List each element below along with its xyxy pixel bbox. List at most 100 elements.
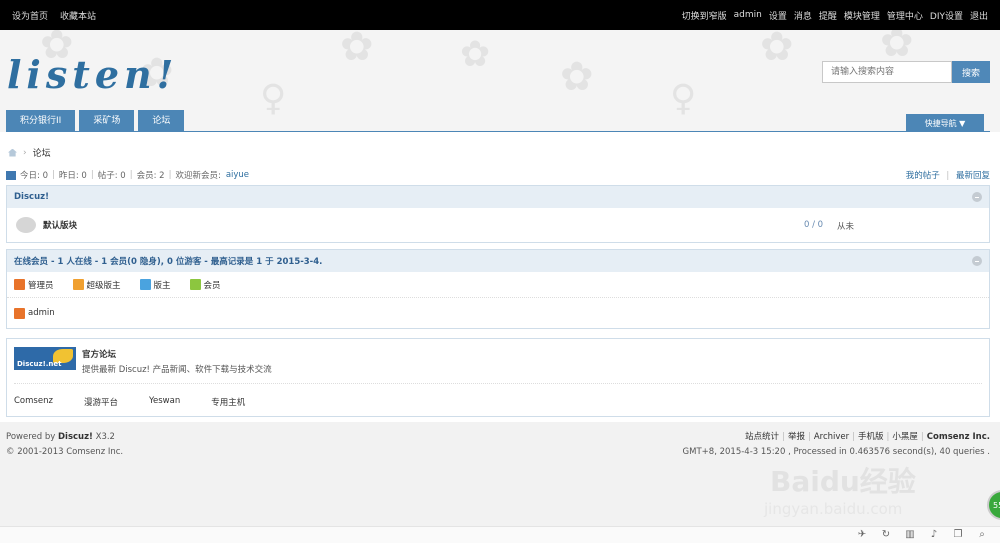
module-manage-link[interactable]: 模块管理 <box>844 9 880 22</box>
link-comsenz[interactable]: Comsenz <box>14 396 53 408</box>
admin-center-link[interactable]: 管理中心 <box>887 9 923 22</box>
bookmark-site-link[interactable]: 收藏本站 <box>60 9 96 22</box>
legend-super-moderator: 超级版主 <box>72 279 121 291</box>
stat-divider: | <box>129 170 133 180</box>
search-button[interactable]: 搜索 <box>952 61 990 83</box>
volume-icon[interactable]: ♪ <box>928 530 940 540</box>
online-members-box: 在线会员 - 1 人在线 - 1 会员(0 隐身), 0 位游客 - 最高记录是… <box>6 249 990 329</box>
friend-links-box: Discuz!.net 官方论坛 提供最新 Discuz! 产品新闻、软件下载与… <box>6 338 990 417</box>
logout-link[interactable]: 退出 <box>970 9 988 22</box>
legend-label: 管理员 <box>28 280 54 291</box>
set-homepage-link[interactable]: 设为首页 <box>12 9 48 22</box>
powered-prefix: Powered by <box>6 432 56 442</box>
messages-link[interactable]: 消息 <box>794 9 812 22</box>
online-header: 在线会员 - 1 人在线 - 1 会员(0 隐身), 0 位游客 - 最高记录是… <box>7 250 989 272</box>
forum-bubble-icon <box>16 217 36 233</box>
switch-narrow-link[interactable]: 切换到窄版 <box>682 9 727 22</box>
my-posts-link[interactable]: 我的帖子 <box>906 171 940 181</box>
user-super-moderator-icon <box>72 279 84 290</box>
site-logo[interactable]: listen! <box>7 52 178 97</box>
top-bar: 设为首页 收藏本站 切换到窄版 admin 设置 消息 提醒 模块管理 管理中心… <box>0 0 1000 30</box>
pin-icon[interactable]: ✈ <box>856 530 868 540</box>
category-header: Discuz! <box>7 186 989 208</box>
browser-status-bar: ✈ ↻ ▥ ♪ ❐ ⌕ <box>0 526 1000 543</box>
stat-divider: | <box>946 171 950 181</box>
stat-welcome: 欢迎新会员: <box>175 171 221 181</box>
settings-link[interactable]: 设置 <box>769 9 787 22</box>
forum-counts: 0 / 0 <box>804 220 824 230</box>
decorative-paw-icon: ♀ <box>670 78 697 119</box>
link-hosting[interactable]: 专用主机 <box>211 396 245 408</box>
footer-divider: | <box>920 432 924 442</box>
home-icon[interactable] <box>8 148 17 157</box>
site-header: ✿ ✿ ♀ ✿ ✿ ✿ ♀ ✿ ✿ listen! 搜索 积分银行II 采矿场 … <box>0 30 1000 132</box>
footer-divider: | <box>852 432 856 442</box>
zoom-icon[interactable]: ⌕ <box>976 530 988 540</box>
main-nav: 积分银行II 采矿场 论坛 <box>6 110 188 132</box>
tab-points-bank[interactable]: 积分银行II <box>6 110 76 132</box>
copyright: © 2001-2013 Comsenz Inc. <box>6 447 124 457</box>
decorative-paw-icon: ✿ <box>460 34 491 75</box>
stat-yesterday: 昨日: 0 <box>58 171 87 181</box>
forum-name[interactable]: 默认版块 <box>43 219 77 231</box>
stat-posts: 帖子: 0 <box>97 171 126 181</box>
user-admin-icon <box>14 307 25 319</box>
footer-links: 站点统计 | 举报 | Archiver | 手机版 | 小黑屋 | Comsenz Inc. <box>683 430 990 445</box>
footer-link-stats[interactable]: 站点统计 <box>745 432 779 442</box>
new-member-link[interactable]: aiyue <box>226 170 249 180</box>
baidu-watermark: Baidu经验 <box>770 465 916 498</box>
stat-divider: | <box>168 170 172 180</box>
refresh-icon[interactable]: ↻ <box>880 530 892 540</box>
legend-label: 会员 <box>203 280 221 291</box>
footer-divider: | <box>782 432 785 442</box>
trash-icon[interactable]: ▥ <box>904 530 916 540</box>
diy-settings-link[interactable]: DIY设置 <box>930 9 963 22</box>
window-icon[interactable]: ❐ <box>952 530 964 540</box>
link-yeswan[interactable]: Yeswan <box>149 396 180 408</box>
legend-admin: 管理员 <box>14 279 54 291</box>
stats-left: 今日: 0 | 昨日: 0 | 帖子: 0 | 会员: 2 | 欢迎新会员: aiyue <box>6 169 249 181</box>
footer-link-blackroom[interactable]: 小黑屋 <box>892 432 918 442</box>
category-title[interactable]: Discuz! <box>14 192 49 202</box>
stat-divider: | <box>90 170 94 180</box>
latest-replies-link[interactable]: 最新回复 <box>956 171 990 181</box>
decorative-paw-icon: ♀ <box>260 78 287 119</box>
online-user-link[interactable]: admin <box>28 308 55 318</box>
breadcrumb-separator: › <box>23 147 27 158</box>
quick-nav-button[interactable]: 快捷导航 ▼ <box>906 114 984 132</box>
stats-right: 我的帖子 | 最新回复 <box>902 169 990 181</box>
user-moderator-icon <box>139 279 151 290</box>
top-bar-left: 设为首页 收藏本站 <box>12 9 108 22</box>
footer-link-archiver[interactable]: Archiver <box>814 432 849 442</box>
footer-link-report[interactable]: 举报 <box>788 432 805 442</box>
footer-company-link[interactable]: Comsenz Inc. <box>927 432 990 442</box>
legend-label: 超级版主 <box>86 280 121 291</box>
powered-by: Powered by Discuz! X3.2 <box>6 430 123 445</box>
forum-stats: 今日: 0 | 昨日: 0 | 帖子: 0 | 会员: 2 | 欢迎新会员: aiyue… <box>6 169 990 181</box>
discuz-logo[interactable]: Discuz!.net <box>14 347 76 370</box>
stat-divider: | <box>51 170 55 180</box>
top-bar-right: 切换到窄版 admin 设置 消息 提醒 模块管理 管理中心 DIY设置 退出 <box>675 9 988 22</box>
search-input[interactable] <box>822 61 952 83</box>
decorative-paw-icon: ✿ <box>760 30 794 70</box>
official-forum-title[interactable]: 官方论坛 <box>82 348 272 360</box>
decorative-paw-icon: ✿ <box>560 54 594 100</box>
main-content: › 论坛 今日: 0 | 昨日: 0 | 帖子: 0 | 会员: 2 | 欢迎新会员: … <box>0 132 1000 422</box>
breadcrumb: › 论坛 <box>8 146 51 159</box>
collapse-icon[interactable] <box>972 192 982 202</box>
collapse-icon[interactable] <box>972 256 982 266</box>
tab-mining-field[interactable]: 采矿场 <box>79 110 135 132</box>
footer-link-mobile[interactable]: 手机版 <box>858 432 884 442</box>
powered-name-link[interactable]: Discuz! <box>58 432 93 442</box>
notifications-link[interactable]: 提醒 <box>819 9 837 22</box>
footer-right: 站点统计 | 举报 | Archiver | 手机版 | 小黑屋 | Comsenz Inc. GM… <box>683 430 990 460</box>
online-title[interactable]: 在线会员 - 1 人在线 - 1 会员(0 隐身), 0 位游客 - 最高记录是… <box>14 255 322 267</box>
category-box: Discuz! 默认版块 0 / 0 从未 <box>6 185 990 243</box>
breadcrumb-current[interactable]: 论坛 <box>33 146 51 159</box>
tab-forum[interactable]: 论坛 <box>138 110 185 132</box>
legend-label: 版主 <box>153 280 171 291</box>
stats-chart-icon <box>6 170 16 180</box>
username-link[interactable]: admin <box>734 10 762 20</box>
link-manyou[interactable]: 漫游平台 <box>84 396 118 408</box>
legend-moderator: 版主 <box>139 279 171 291</box>
